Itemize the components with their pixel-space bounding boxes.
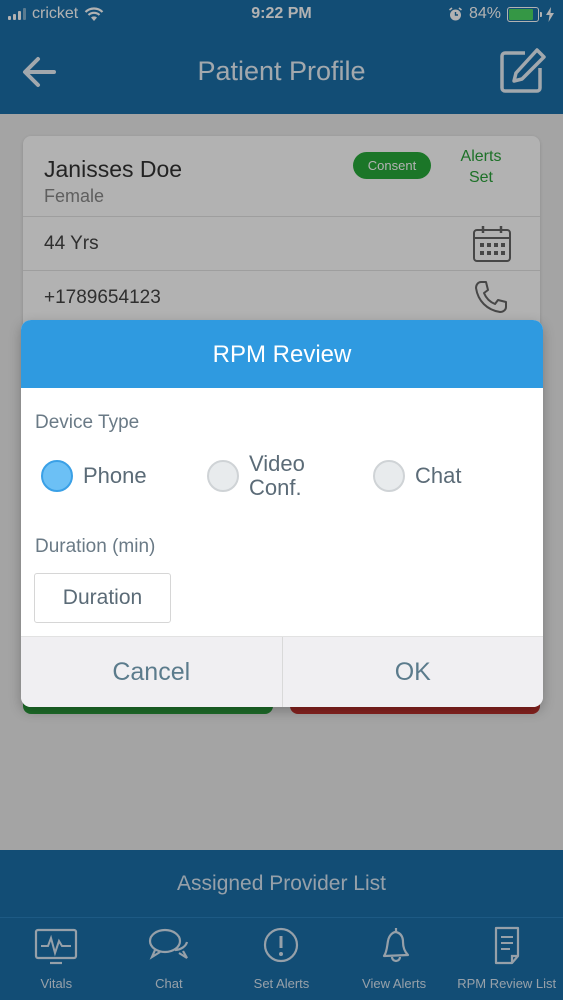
- radio-phone[interactable]: Phone: [41, 460, 147, 492]
- duration-input[interactable]: [34, 573, 171, 623]
- radio-video-conf[interactable]: Video Conf.: [207, 452, 305, 500]
- radio-label-phone: Phone: [83, 463, 147, 488]
- radio-label-video-conf: Video Conf.: [249, 452, 305, 500]
- dialog-footer: Cancel OK: [21, 636, 543, 707]
- duration-label: Duration (min): [35, 536, 156, 557]
- radio-label-chat: Chat: [415, 463, 462, 488]
- radio-chat[interactable]: Chat: [373, 460, 461, 492]
- cancel-button[interactable]: Cancel: [21, 637, 282, 707]
- radio-label-line2: Conf.: [249, 475, 302, 500]
- radio-label-line1: Video: [249, 451, 305, 476]
- radio-circle: [373, 460, 405, 492]
- rpm-review-dialog: RPM Review Device Type Phone Video Conf.…: [21, 320, 543, 707]
- radio-circle: [207, 460, 239, 492]
- ok-button[interactable]: OK: [283, 637, 544, 707]
- device-type-label: Device Type: [35, 412, 140, 433]
- radio-circle-selected: [41, 460, 73, 492]
- dialog-title: RPM Review: [21, 320, 543, 388]
